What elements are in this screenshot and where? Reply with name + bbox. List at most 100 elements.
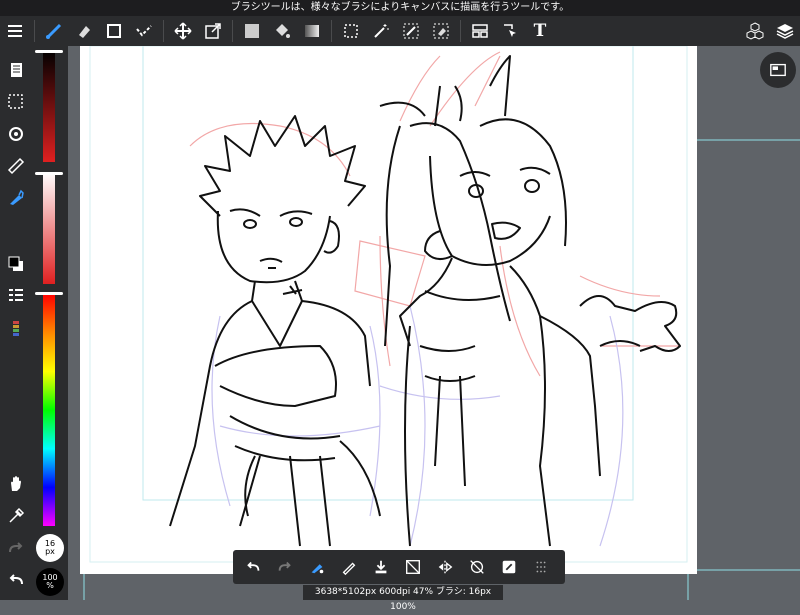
selection-button[interactable] <box>4 90 28 114</box>
select-tool-button[interactable] <box>336 16 366 46</box>
brush-opacity-readout: 100% <box>42 574 57 590</box>
status-bar: 3638*5102px 600dpi 47% ブラシ: 16px 100% <box>303 585 503 612</box>
hand-tool-button[interactable] <box>4 472 28 496</box>
text-icon: T <box>533 21 547 41</box>
saturation-slider[interactable] <box>43 172 55 284</box>
bottom-rotate-disable-button[interactable] <box>461 551 493 583</box>
navigator-icon <box>770 63 786 77</box>
materials-icon <box>746 22 764 40</box>
redo-icon <box>278 561 291 571</box>
brush-size-unit: px <box>45 547 55 556</box>
left-toolbar <box>0 46 32 600</box>
canvas-area[interactable] <box>68 46 800 600</box>
transform-tool-button[interactable] <box>198 16 228 46</box>
bottom-brush-settings-button[interactable] <box>301 551 333 583</box>
ruler-icon <box>7 157 25 175</box>
bottom-undo-button[interactable] <box>237 551 269 583</box>
download-icon <box>375 560 387 574</box>
brush-size-readout: 16 px <box>45 540 55 556</box>
brush-settings-button[interactable] <box>4 186 28 210</box>
text-tool-button[interactable]: T <box>525 16 555 46</box>
redo-icon <box>9 542 23 553</box>
brush-opacity-unit: % <box>46 581 54 590</box>
brightness-slider-handle[interactable] <box>35 50 63 53</box>
toolbar-divider <box>331 20 332 42</box>
rectangle-icon <box>107 24 121 38</box>
bottom-pen-button[interactable] <box>333 551 365 583</box>
select-pen-button[interactable] <box>396 16 426 46</box>
undo-button[interactable] <box>4 568 28 592</box>
quick-access-bar <box>233 550 565 584</box>
brush-size-button[interactable]: 16 px <box>36 534 64 562</box>
shape-tool-button[interactable] <box>99 16 129 46</box>
eraser-tool-button[interactable] <box>69 16 99 46</box>
materials-button[interactable] <box>740 16 770 46</box>
select-eraser-icon <box>433 23 449 39</box>
eyedropper-button[interactable] <box>4 504 28 528</box>
bottom-clear-button[interactable] <box>397 551 429 583</box>
bottom-redo-button[interactable] <box>269 551 301 583</box>
layout-button[interactable] <box>465 16 495 46</box>
layout-icon <box>472 24 488 38</box>
layer-list-icon <box>9 289 23 301</box>
palette-button[interactable] <box>4 316 28 340</box>
bottom-snap-button[interactable] <box>493 551 525 583</box>
menu-icon <box>8 25 22 37</box>
toolbar-divider <box>34 20 35 42</box>
bucket-tool-button[interactable] <box>267 16 297 46</box>
transform-icon <box>205 23 221 39</box>
rotate-icon <box>9 127 23 141</box>
bottom-download-button[interactable] <box>365 551 397 583</box>
rotate-disable-icon <box>470 560 484 574</box>
bottom-grid-button[interactable] <box>525 551 557 583</box>
palette-icon <box>13 321 19 336</box>
gradient-icon <box>305 25 319 37</box>
brush-tool-button[interactable] <box>39 16 69 46</box>
color-slider-panel <box>32 46 68 600</box>
select-eraser-button[interactable] <box>426 16 456 46</box>
redo-button[interactable] <box>4 536 28 560</box>
undo-icon <box>9 574 23 585</box>
select-pen-icon <box>403 23 419 39</box>
brush-icon <box>46 23 62 39</box>
toolbar-divider <box>232 20 233 42</box>
brightness-slider[interactable] <box>43 50 55 162</box>
brush-settings-icon <box>311 564 324 574</box>
bucket-icon <box>276 24 290 38</box>
magic-wand-button[interactable] <box>366 16 396 46</box>
pointer-button[interactable] <box>495 16 525 46</box>
layer-list-button[interactable] <box>4 284 28 308</box>
menu-button[interactable] <box>0 16 30 46</box>
saturation-slider-handle[interactable] <box>35 172 63 175</box>
drawing-canvas[interactable] <box>80 46 697 574</box>
brush-tool-icon <box>10 189 24 205</box>
fill-color-icon <box>245 24 259 38</box>
gradient-tool-button[interactable] <box>297 16 327 46</box>
toolbar-divider <box>460 20 461 42</box>
hint-bar: ブラシツールは、様々なブラシによりキャンバスに描画を行うツールです。 <box>0 0 800 16</box>
page-manager-button[interactable] <box>4 58 28 82</box>
clear-icon <box>406 560 420 574</box>
correction-tool-button[interactable] <box>129 16 159 46</box>
rotate-canvas-button[interactable] <box>4 122 28 146</box>
ruler-button[interactable] <box>4 154 28 178</box>
layers-button[interactable] <box>770 16 800 46</box>
move-icon <box>174 22 192 40</box>
eraser-icon <box>79 26 90 38</box>
brush-opacity-button[interactable]: 100% <box>36 568 64 596</box>
navigator-button[interactable] <box>760 52 796 88</box>
hue-slider[interactable] <box>43 294 55 526</box>
pen-icon <box>342 562 356 576</box>
eyedropper-icon <box>9 507 25 523</box>
snap-icon <box>502 560 516 574</box>
toolbar-divider <box>163 20 164 42</box>
flip-icon <box>438 560 453 574</box>
move-tool-button[interactable] <box>168 16 198 46</box>
hue-slider-handle[interactable] <box>35 292 63 295</box>
undo-icon <box>247 561 260 571</box>
sketch-drawing <box>89 46 688 563</box>
color-button[interactable] <box>4 252 28 276</box>
fill-color-button[interactable] <box>237 16 267 46</box>
bottom-flip-button[interactable] <box>429 551 461 583</box>
correction-icon <box>136 25 152 37</box>
